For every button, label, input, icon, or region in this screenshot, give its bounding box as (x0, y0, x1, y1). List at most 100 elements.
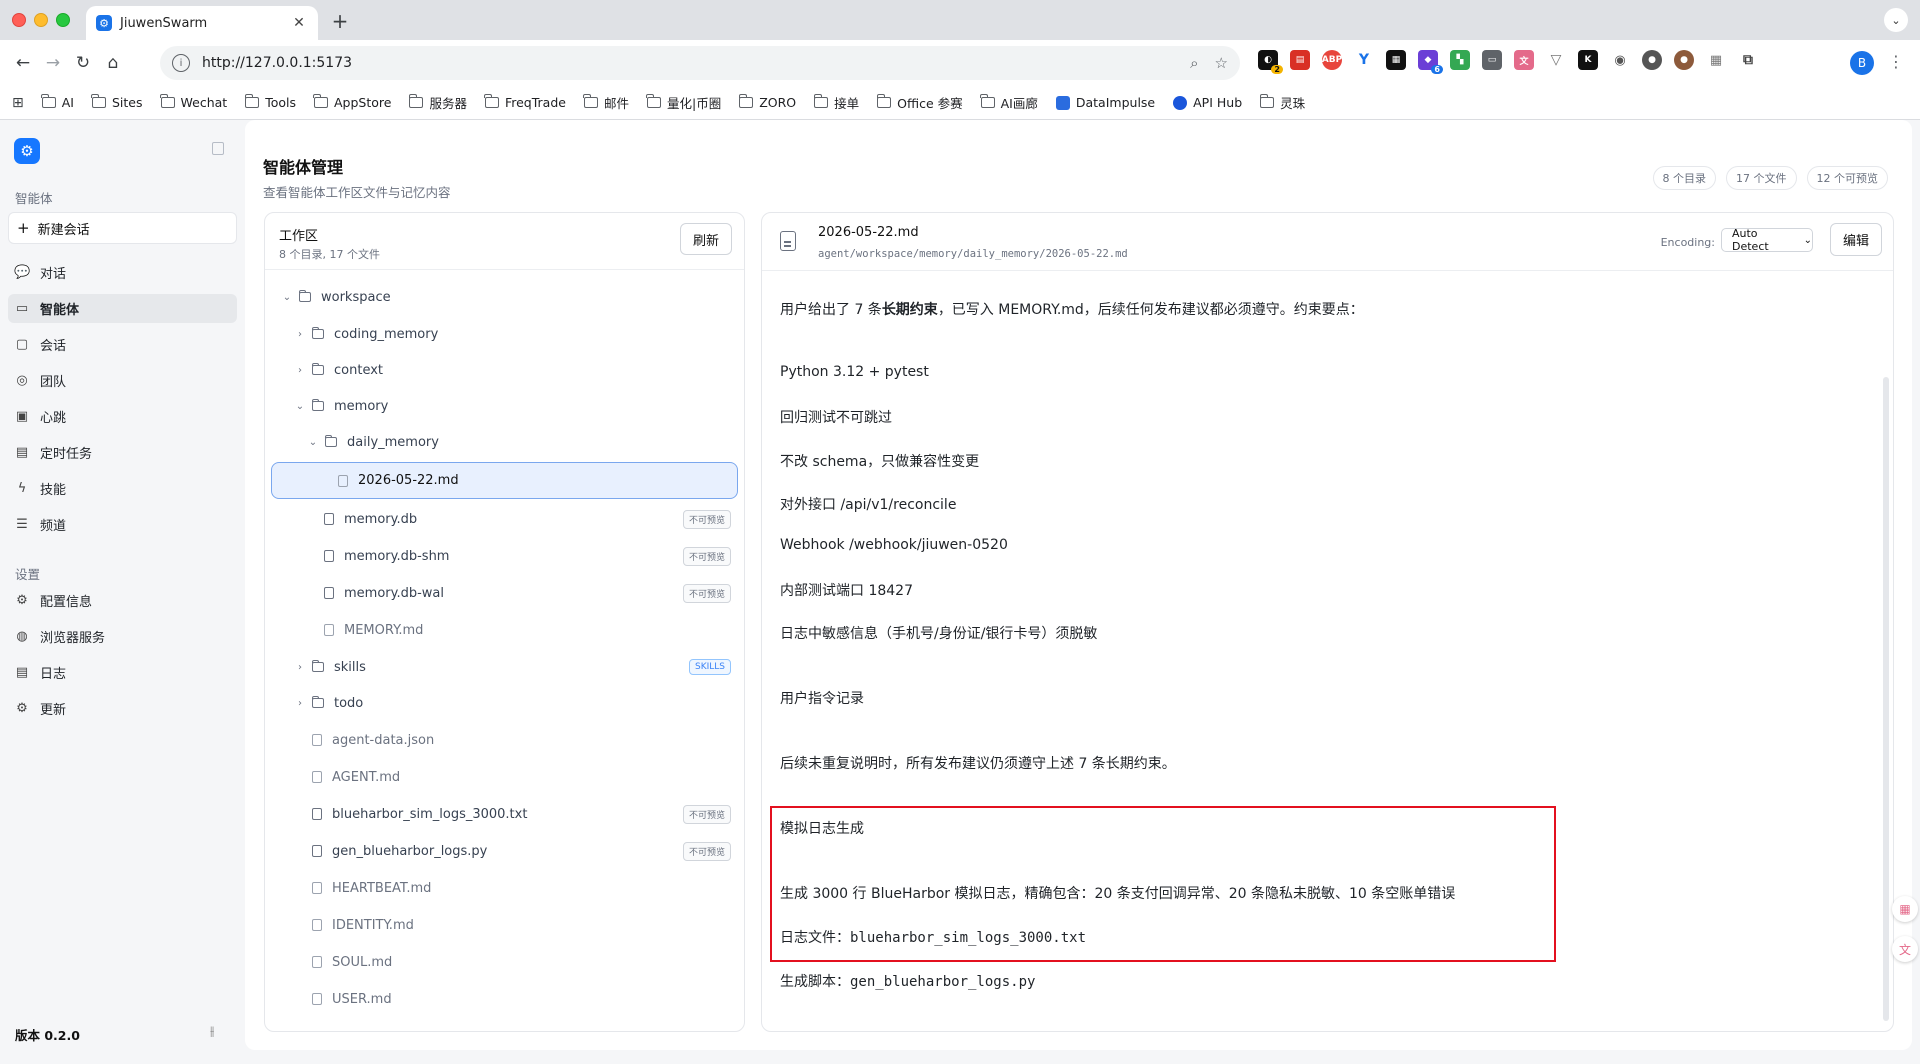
folder-icon (738, 94, 754, 108)
camera-icon[interactable]: ◉ (1610, 50, 1630, 70)
extension-8-icon[interactable]: ▭ (1482, 50, 1502, 70)
settings-sliders-icon[interactable]: ⫲ (210, 1024, 214, 1039)
folder-icon (324, 434, 337, 447)
tree-file-user-md[interactable]: USER.md (271, 983, 738, 1015)
window-zoom-button[interactable] (56, 13, 70, 27)
browser-menu-icon[interactable]: ⋮ (1888, 52, 1904, 71)
cookie-icon[interactable]: ● (1674, 50, 1694, 70)
viewer-scrollbar[interactable] (1883, 377, 1889, 1021)
tree-file-gen-blueharbor[interactable]: gen_blueharbor_logs.py 不可预览 (271, 835, 738, 867)
tree-file-2026-05-22[interactable]: 2026-05-22.md (271, 462, 738, 499)
refresh-button[interactable]: 刷新 (680, 223, 732, 255)
bookmark-folder[interactable]: Wechat (160, 94, 227, 110)
sidebar-item-update[interactable]: ⚙ 更新 (8, 694, 237, 723)
sidebar-item-agents[interactable]: ▭ 智能体 (8, 294, 237, 323)
bookmark-folder[interactable]: 灵珠 (1259, 93, 1305, 112)
extension-15-icon[interactable]: ▦ (1706, 50, 1726, 70)
tree-file-memory-md[interactable]: MEMORY.md (271, 614, 738, 646)
bookmark-link[interactable]: API Hub (1173, 95, 1242, 110)
extensions-puzzle-icon[interactable]: ⧉ (1738, 50, 1758, 70)
bookmark-folder[interactable]: Tools (244, 94, 296, 110)
extension-6-icon[interactable]: ◆ 6 (1418, 50, 1443, 74)
sidebar-item-schedule[interactable]: ▤ 定时任务 (8, 438, 237, 467)
tree-folder-todo[interactable]: › todo (271, 687, 738, 719)
tree-file-agent-md[interactable]: AGENT.md (271, 761, 738, 793)
bookmark-folder[interactable]: 服务器 (408, 93, 467, 112)
bookmark-folder[interactable]: 量化|币圈 (646, 93, 721, 112)
home-icon[interactable]: ⌂ (98, 48, 128, 78)
back-icon[interactable]: ← (8, 48, 38, 78)
tree-file-soul-md[interactable]: SOUL.md (271, 946, 738, 978)
sidebar-item-logs[interactable]: ▤ 日志 (8, 658, 237, 687)
sidebar-item-sessions[interactable]: ▢ 会话 (8, 330, 237, 359)
tab-close-icon[interactable]: ✕ (290, 15, 308, 31)
sidebar-item-chat[interactable]: 💬 对话 (8, 258, 237, 287)
bookmark-folder[interactable]: AppStore (313, 94, 391, 110)
extension-11-icon[interactable]: K (1578, 50, 1598, 70)
extension-2-icon[interactable]: ▤ (1290, 50, 1310, 70)
tree-file-memory-db-shm[interactable]: memory.db-shm 不可预览 (271, 540, 738, 572)
new-chat-button[interactable]: + 新建会话 (8, 212, 237, 244)
bookmark-folder[interactable]: AI (41, 94, 74, 110)
bookmark-folder[interactable]: 接单 (813, 93, 859, 112)
tree-file-heartbeat-md[interactable]: HEARTBEAT.md (271, 872, 738, 904)
new-tab-button[interactable]: + (328, 9, 352, 33)
forward-icon[interactable]: → (38, 48, 68, 78)
floating-translate-icon[interactable]: 文 (1892, 936, 1918, 962)
tree-folder-workspace[interactable]: ⌄ workspace (271, 281, 738, 313)
file-viewer-panel: 2026-05-22.md agent/workspace/memory/dai… (761, 212, 1894, 1032)
tree-folder-context[interactable]: › context (271, 354, 738, 386)
site-info-icon[interactable]: i (172, 54, 190, 72)
sidebar-item-config[interactable]: ⚙ 配置信息 (8, 586, 237, 615)
zoom-icon[interactable]: ⌕ (1190, 54, 1198, 72)
tree-folder-skills[interactable]: › skills SKILLS (271, 651, 738, 683)
adblock-icon[interactable]: ABP (1322, 50, 1342, 70)
profile-avatar[interactable]: B (1850, 51, 1874, 75)
url-text[interactable]: http://127.0.0.1:5173 (202, 55, 1174, 71)
window-minimize-button[interactable] (34, 13, 48, 27)
tree-folder-coding-memory[interactable]: › coding_memory (271, 318, 738, 350)
sidebar-item-heartbeat[interactable]: ▣ 心跳 (8, 402, 237, 431)
bookmark-star-icon[interactable]: ☆ (1215, 54, 1228, 72)
extension-4-icon[interactable]: Y (1354, 50, 1374, 70)
bookmark-folder[interactable]: Sites (91, 94, 143, 110)
sidebar-section-settings: 设置 (15, 567, 41, 582)
sidebar-item-channels[interactable]: ☰ 频道 (8, 510, 237, 539)
tree-file-blueharbor-logs[interactable]: blueharbor_sim_logs_3000.txt 不可预览 (271, 798, 738, 830)
apps-grid-icon[interactable]: ⊞ (12, 95, 24, 111)
workspace-summary: 8 个目录, 17 个文件 (279, 248, 380, 261)
extension-9-icon[interactable]: 文 (1514, 50, 1534, 70)
folder-icon (311, 362, 324, 375)
tree-folder-daily-memory[interactable]: ⌄ daily_memory (271, 426, 738, 458)
bookmark-folder[interactable]: ZORO (738, 94, 796, 110)
bookmark-folder[interactable]: Office 参赛 (876, 93, 963, 112)
sidebar-collapse-icon[interactable] (212, 142, 224, 155)
reload-icon[interactable]: ↻ (68, 48, 98, 78)
extension-10-icon[interactable]: ▽ (1546, 50, 1566, 70)
channel-icon: ☰ (16, 517, 28, 532)
chevron-down-icon: ⌄ (282, 291, 292, 303)
bookmark-link[interactable]: DataImpulse (1055, 95, 1155, 110)
extension-13-icon[interactable]: ● (1642, 50, 1662, 70)
bookmark-folder[interactable]: AI画廊 (980, 93, 1038, 112)
tree-file-memory-db-wal[interactable]: memory.db-wal 不可预览 (271, 577, 738, 609)
bookmark-folder[interactable]: 邮件 (583, 93, 629, 112)
sidebar-item-skills[interactable]: ϟ 技能 (8, 474, 237, 503)
window-close-button[interactable] (12, 13, 26, 27)
edit-button[interactable]: 编辑 (1830, 223, 1882, 256)
extension-7-icon[interactable]: ▚ (1450, 50, 1470, 70)
tree-file-agent-data[interactable]: agent-data.json (271, 724, 738, 756)
floating-apps-icon[interactable]: ▦ (1892, 896, 1918, 922)
extension-1-icon[interactable]: ◐ 2 (1258, 50, 1283, 74)
sidebar-item-team[interactable]: ◎ 团队 (8, 366, 237, 395)
bookmark-folder[interactable]: FreqTrade (484, 94, 566, 110)
tab-search-button[interactable]: ⌄ (1884, 8, 1908, 32)
browser-tab[interactable]: ⚙ JiuwenSwarm ✕ (86, 6, 318, 40)
tree-folder-memory[interactable]: ⌄ memory (271, 390, 738, 422)
tree-file-memory-db[interactable]: memory.db 不可预览 (271, 503, 738, 535)
tree-file-identity-md[interactable]: IDENTITY.md (271, 909, 738, 941)
address-bar[interactable]: i http://127.0.0.1:5173 ⌕ ☆ (160, 46, 1240, 80)
sidebar-item-browser-service[interactable]: ◍ 浏览器服务 (8, 622, 237, 651)
extension-5-icon[interactable]: ▦ (1386, 50, 1406, 70)
encoding-select[interactable]: Auto Detect ⌄ (1721, 227, 1813, 253)
